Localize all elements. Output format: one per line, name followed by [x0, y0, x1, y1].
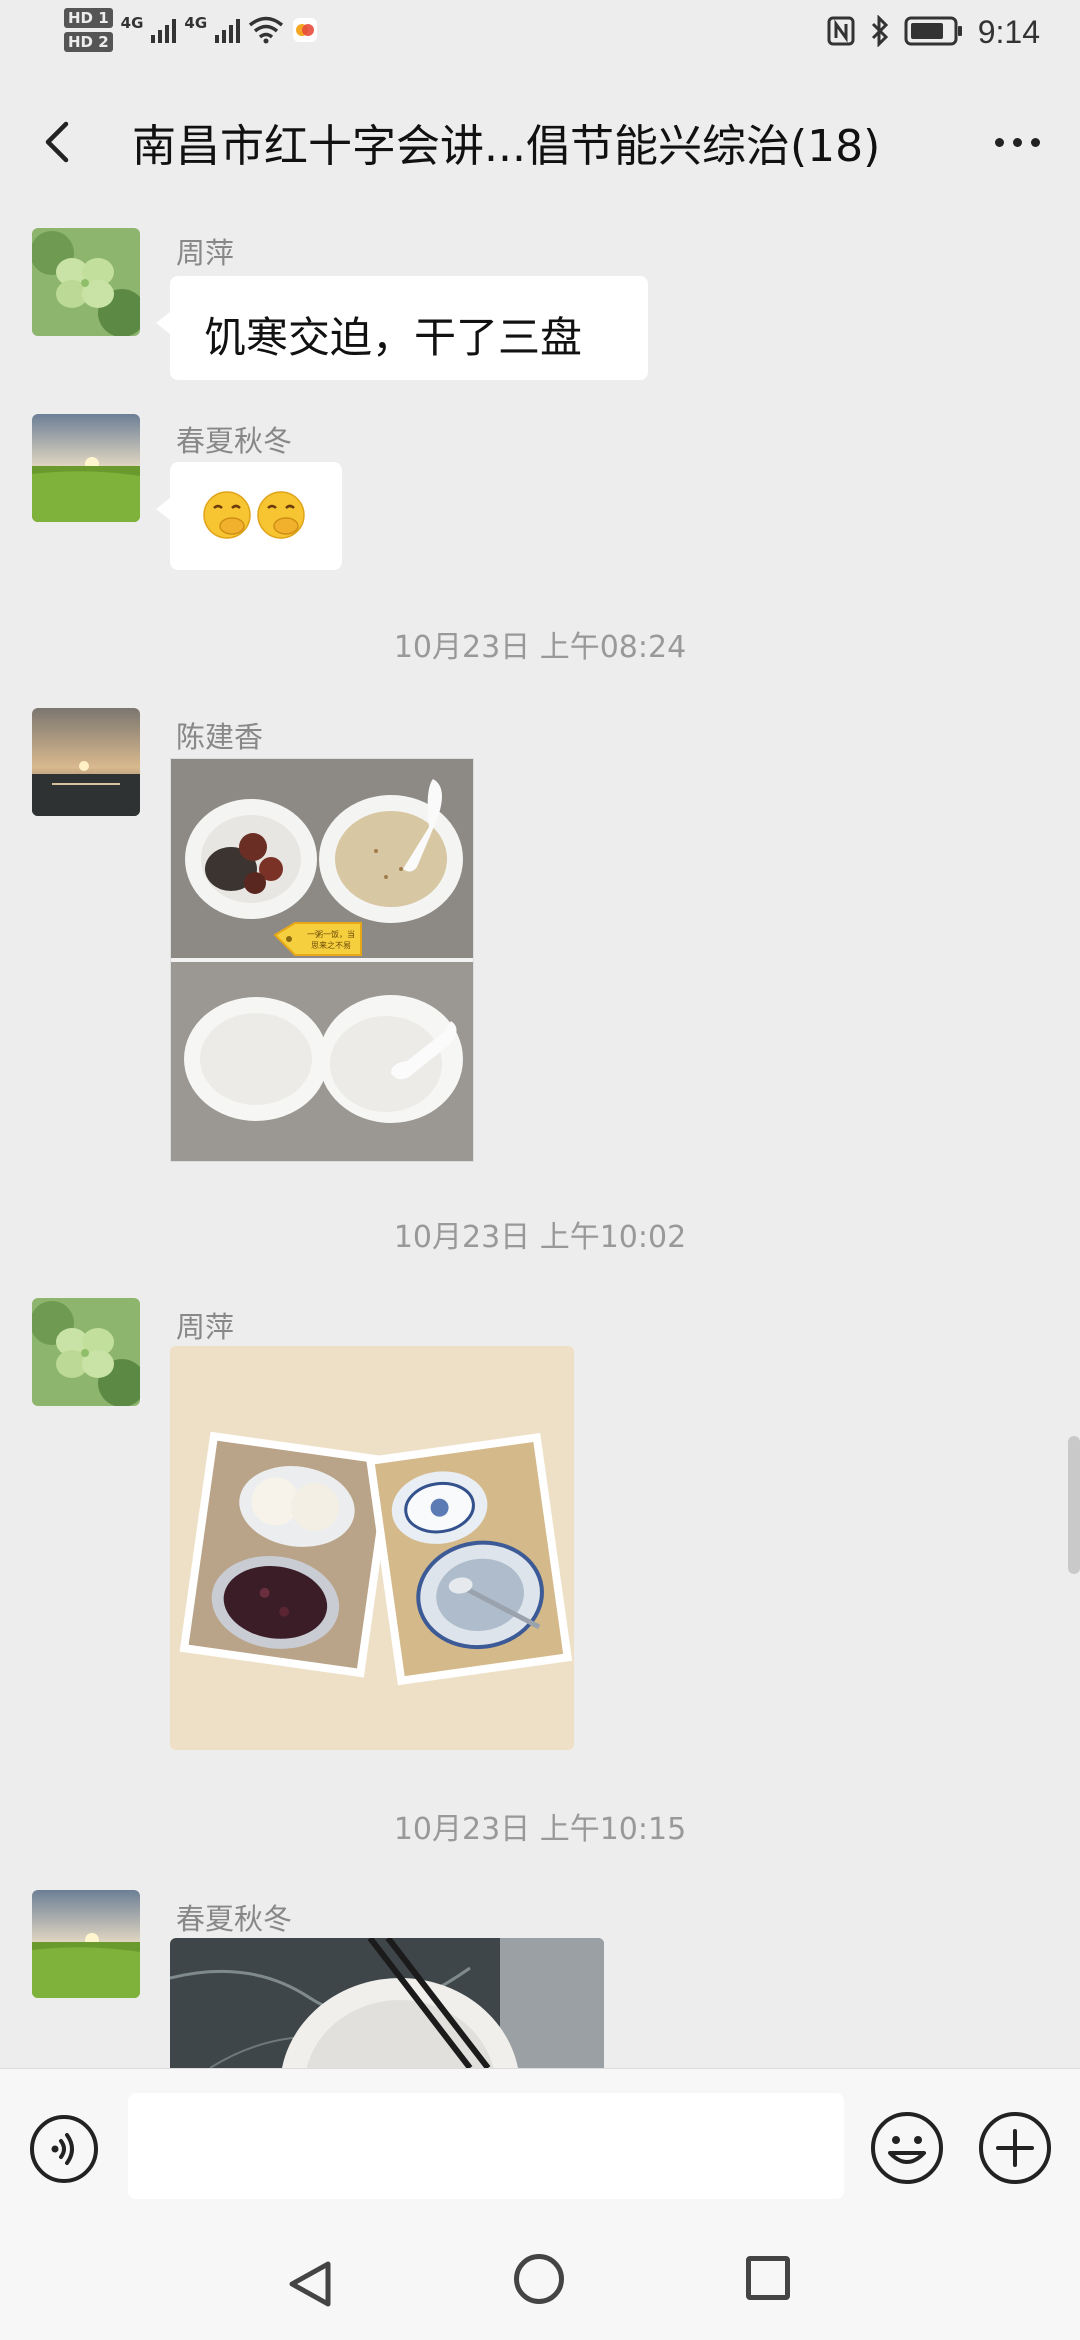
photo-breakfast-bowls: 一粥一饭，当 思来之不易 [171, 759, 473, 1161]
timestamp: 10月23日 上午08:24 [393, 630, 687, 665]
message-bubble[interactable]: 饥寒交迫，干了三盘 [156, 276, 648, 380]
sender-name: 春夏秋冬 [176, 424, 293, 458]
wifi-icon [248, 16, 284, 44]
sender-name: 周萍 [176, 236, 235, 270]
field-sunset-avatar-icon [32, 414, 140, 522]
input-bar [0, 2068, 1080, 2233]
more-icon[interactable] [984, 114, 1050, 170]
hd1-badge: HD 1 [64, 8, 113, 28]
avatar[interactable] [32, 1298, 140, 1406]
image-message[interactable]: 一粥一饭，当 思来之不易 [170, 758, 474, 1162]
hd2-badge: HD 2 [64, 32, 113, 52]
message-input[interactable] [128, 2093, 844, 2199]
meal-tag-line-1: 一粥一饭，当 [307, 929, 355, 939]
status-left: HD 1 HD 2 4G 4G [64, 8, 318, 52]
photo-collage-breakfast [170, 1346, 574, 1750]
field-sunset-avatar-icon [32, 1890, 140, 1998]
status-right: 9:14 [826, 13, 1040, 51]
hand-over-mouth-emoji-icon [257, 491, 305, 539]
home-circle-icon[interactable] [514, 2254, 564, 2304]
sender-name: 周萍 [176, 1310, 235, 1344]
status-bar: HD 1 HD 2 4G 4G 9:14 [0, 0, 1080, 72]
emoji-icon[interactable] [868, 2109, 946, 2187]
avatar[interactable] [32, 228, 140, 336]
message-bubble[interactable] [156, 462, 342, 570]
timestamp: 10月23日 上午10:15 [393, 1812, 687, 1847]
voice-icon[interactable] [28, 2113, 100, 2185]
sender-name: 春夏秋冬 [176, 1902, 293, 1936]
scrollbar-thumb[interactable] [1068, 1436, 1080, 1574]
bluetooth-icon [870, 13, 890, 51]
message-text: 饥寒交迫，干了三盘 [204, 313, 583, 362]
nfc-icon [826, 15, 856, 51]
hand-over-mouth-emoji-icon [203, 491, 251, 539]
hd-indicators: HD 1 HD 2 [64, 8, 113, 52]
chat-title: 南昌市红十字会讲...倡节能兴综治(18) [132, 121, 881, 172]
status-time: 9:14 [977, 14, 1040, 50]
sender-name: 陈建香 [176, 720, 264, 754]
network-type-2: 4G [184, 14, 208, 32]
app-notification-icon [292, 17, 318, 43]
system-navigation [0, 2232, 1080, 2340]
avatar[interactable] [32, 1890, 140, 1998]
clover-avatar-icon [32, 1298, 140, 1406]
plus-icon[interactable] [976, 2109, 1054, 2187]
sea-sunset-avatar-icon [32, 708, 140, 816]
clover-avatar-icon [32, 228, 140, 336]
meal-tag-line-2: 思来之不易 [311, 940, 351, 950]
back-triangle-icon[interactable] [280, 2256, 340, 2316]
signal-icon [151, 17, 177, 43]
chevron-left-icon[interactable] [30, 112, 90, 172]
timestamp: 10月23日 上午10:02 [393, 1220, 687, 1255]
photo-marble-bowl [170, 1938, 604, 2068]
signal-icon [215, 17, 241, 43]
chat-header: 南昌市红十字会讲...倡节能兴综治(18) [0, 90, 1080, 194]
image-message[interactable] [170, 1938, 604, 2068]
network-type-1: 4G [120, 14, 144, 32]
recents-square-icon[interactable] [746, 2256, 790, 2300]
avatar[interactable] [32, 708, 140, 816]
avatar[interactable] [32, 414, 140, 522]
battery-icon [904, 16, 964, 50]
image-message[interactable] [170, 1346, 574, 1750]
